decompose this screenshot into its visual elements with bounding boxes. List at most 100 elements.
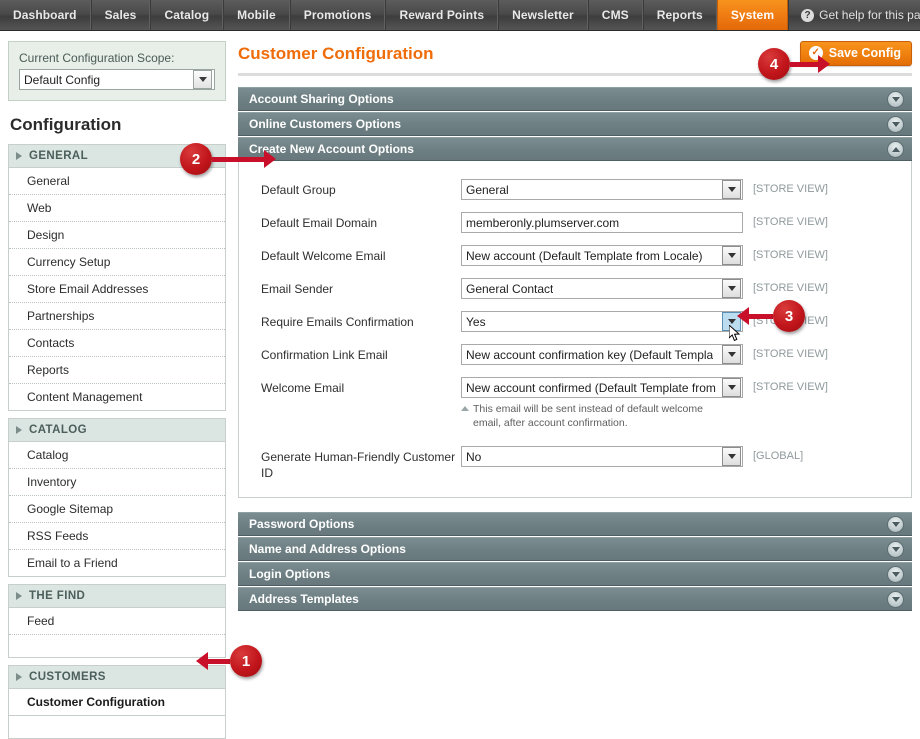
- nav-item-mobile[interactable]: Mobile: [223, 0, 290, 30]
- triangle-right-icon: [16, 592, 22, 600]
- sidebar-item-web[interactable]: Web: [9, 195, 225, 222]
- sidebar-item-general[interactable]: General: [9, 168, 225, 195]
- select-value: No: [466, 449, 482, 464]
- sidebar-group-header-catalog[interactable]: CATALOG: [9, 419, 225, 442]
- nav-item-cms[interactable]: CMS: [587, 0, 643, 30]
- field-label: Default Welcome Email: [261, 249, 386, 263]
- top-navigation-bar: Dashboard Sales Catalog Mobile Promotion…: [0, 0, 920, 31]
- configuration-scope-panel: Current Configuration Scope: Default Con…: [8, 41, 226, 101]
- triangle-right-icon: [16, 426, 22, 434]
- section-label: Login Options: [249, 567, 331, 581]
- triangle-right-icon: [16, 673, 22, 681]
- section-login-options[interactable]: Login Options: [238, 562, 912, 586]
- sidebar-item-content-management[interactable]: Content Management: [9, 384, 225, 411]
- sidebar-item-email-to-a-friend[interactable]: Email to a Friend: [9, 550, 225, 577]
- scope-tag: [STORE VIEW]: [753, 282, 828, 294]
- chevron-down-icon: [887, 590, 904, 608]
- nav-item-dashboard[interactable]: Dashboard: [0, 0, 91, 30]
- sidebar-group-header-general[interactable]: GENERAL: [9, 145, 225, 168]
- sidebar-group-spacer: [9, 716, 225, 739]
- sidebar-item-store-email-addresses[interactable]: Store Email Addresses: [9, 276, 225, 303]
- chevron-down-icon: [722, 180, 741, 199]
- sidebar-item-customer-configuration[interactable]: Customer Configuration: [9, 689, 225, 716]
- field-default-email-domain: Default Email Domain [STORE VIEW]: [239, 212, 911, 233]
- get-help-label: Get help for this page: [819, 8, 920, 22]
- chevron-down-icon: [722, 378, 741, 397]
- section-online-customers-options[interactable]: Online Customers Options: [238, 112, 912, 136]
- section-label: Create New Account Options: [249, 142, 414, 156]
- get-help-link[interactable]: ? Get help for this page: [788, 0, 920, 30]
- default-group-select[interactable]: General: [461, 179, 743, 200]
- field-default-welcome-email: Default Welcome Email New account (Defau…: [239, 245, 911, 266]
- scope-tag: [STORE VIEW]: [753, 348, 828, 360]
- welcome-email-note: This email will be sent instead of defau…: [461, 402, 731, 430]
- sidebar-item-contacts[interactable]: Contacts: [9, 330, 225, 357]
- section-label: Account Sharing Options: [249, 92, 394, 106]
- chevron-down-icon: [887, 90, 904, 108]
- sidebar-group-general: GENERAL General Web Design Currency Setu…: [8, 144, 226, 411]
- chevron-down-icon: [722, 447, 741, 466]
- sidebar-group-customers: CUSTOMERS Customer Configuration: [8, 665, 226, 739]
- sidebar-group-header-the-find[interactable]: THE FIND: [9, 585, 225, 608]
- sidebar-item-partnerships[interactable]: Partnerships: [9, 303, 225, 330]
- sidebar-item-currency-setup[interactable]: Currency Setup: [9, 249, 225, 276]
- section-label: Address Templates: [249, 592, 359, 606]
- sidebar-item-rss-feeds[interactable]: RSS Feeds: [9, 523, 225, 550]
- field-label: Email Sender: [261, 282, 334, 296]
- section-password-options[interactable]: Password Options: [238, 512, 912, 536]
- email-sender-select[interactable]: General Contact: [461, 278, 743, 299]
- scope-tag: [STORE VIEW]: [753, 249, 828, 261]
- sidebar-item-feed[interactable]: Feed: [9, 608, 225, 635]
- sidebar-item-design[interactable]: Design: [9, 222, 225, 249]
- select-value: New account confirmation key (Default Te…: [466, 347, 714, 362]
- sidebar-group-catalog: CATALOG Catalog Inventory Google Sitemap…: [8, 418, 226, 577]
- field-generate-human-friendly-customer-id: Generate Human-Friendly Customer ID No […: [239, 446, 911, 481]
- welcome-email-select[interactable]: New account confirmed (Default Template …: [461, 377, 743, 398]
- section-address-templates[interactable]: Address Templates: [238, 587, 912, 611]
- select-value: General: [466, 182, 509, 197]
- sidebar-item-inventory[interactable]: Inventory: [9, 469, 225, 496]
- confirmation-link-email-select[interactable]: New account confirmation key (Default Te…: [461, 344, 743, 365]
- nav-item-reward-points[interactable]: Reward Points: [385, 0, 499, 30]
- section-label: Password Options: [249, 517, 355, 531]
- chevron-down-icon: [887, 515, 904, 533]
- chevron-down-icon: [887, 540, 904, 558]
- field-label: Generate Human-Friendly Customer ID: [261, 450, 456, 480]
- nav-item-system[interactable]: System: [716, 0, 789, 30]
- page-header: Customer Configuration ✓ Save Config: [238, 41, 912, 76]
- sidebar-item-reports[interactable]: Reports: [9, 357, 225, 384]
- sidebar-item-catalog[interactable]: Catalog: [9, 442, 225, 469]
- nav-item-reports[interactable]: Reports: [642, 0, 717, 30]
- default-welcome-email-select[interactable]: New account (Default Template from Local…: [461, 245, 743, 266]
- field-label: Default Email Domain: [261, 216, 378, 230]
- generate-human-friendly-customer-id-select[interactable]: No: [461, 446, 743, 467]
- save-config-button[interactable]: ✓ Save Config: [799, 41, 912, 66]
- section-name-and-address-options[interactable]: Name and Address Options: [238, 537, 912, 561]
- chevron-down-icon: [887, 565, 904, 583]
- section-create-new-account-options[interactable]: Create New Account Options: [238, 137, 912, 161]
- field-email-sender: Email Sender General Contact [STORE VIEW…: [239, 278, 911, 299]
- scope-label: Current Configuration Scope:: [19, 51, 175, 65]
- page-title: Customer Configuration: [238, 43, 434, 63]
- field-label: Confirmation Link Email: [261, 348, 388, 362]
- field-label: Require Emails Confirmation: [261, 315, 414, 329]
- scope-select[interactable]: Default Config: [19, 69, 215, 90]
- sidebar-group-label: CATALOG: [29, 424, 87, 436]
- nav-item-promotions[interactable]: Promotions: [289, 0, 386, 30]
- default-email-domain-input[interactable]: [461, 212, 743, 233]
- nav-item-catalog[interactable]: Catalog: [150, 0, 224, 30]
- select-value: General Contact: [466, 281, 554, 296]
- select-value: New account confirmed (Default Template …: [466, 380, 716, 395]
- field-label: Welcome Email: [261, 381, 345, 395]
- triangle-right-icon: [16, 152, 22, 160]
- require-emails-confirmation-select[interactable]: Yes: [461, 311, 743, 332]
- chevron-down-icon: [722, 312, 741, 331]
- nav-item-newsletter[interactable]: Newsletter: [498, 0, 588, 30]
- section-account-sharing-options[interactable]: Account Sharing Options: [238, 87, 912, 111]
- nav-item-sales[interactable]: Sales: [90, 0, 151, 30]
- scope-tag: [STORE VIEW]: [753, 381, 828, 393]
- field-welcome-email: Welcome Email New account confirmed (Def…: [239, 377, 911, 430]
- select-value: Yes: [466, 314, 486, 329]
- sidebar-item-google-sitemap[interactable]: Google Sitemap: [9, 496, 225, 523]
- configuration-heading: Configuration: [10, 115, 122, 134]
